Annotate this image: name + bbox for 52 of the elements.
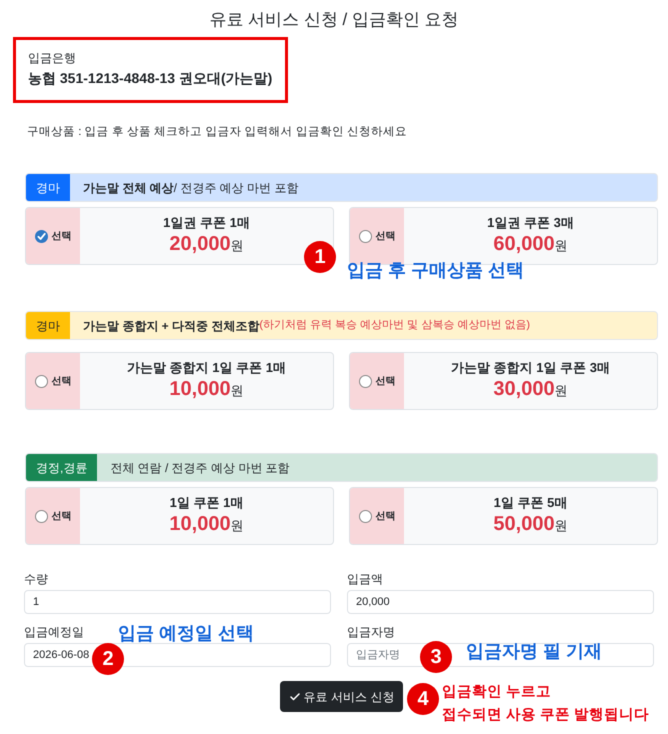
product-title: 가는말 종합지 1일 쿠폰 3매 — [451, 359, 610, 377]
bank-label: 입금은행 — [28, 50, 76, 67]
check-icon — [288, 690, 301, 702]
select-label: 선택 — [52, 374, 72, 388]
product-title: 가는말 종합지 1일 쿠폰 1매 — [127, 359, 286, 377]
product-title: 1일 쿠폰 1매 — [170, 494, 244, 512]
field-label: 입금액 — [347, 571, 383, 588]
field-label: 입금예정일 — [24, 624, 84, 641]
product-title: 1일 쿠폰 5매 — [494, 494, 568, 512]
annotation-text: 입금자명 필 기재 — [466, 640, 602, 663]
product-title: 1일권 쿠폰 3매 — [487, 214, 574, 232]
product-price: 10,000원 — [169, 377, 244, 402]
product-card[interactable]: 선택 1일 쿠폰 1매 10,000원 — [25, 487, 334, 545]
product-price: 60,000원 — [493, 232, 568, 257]
select-label: 선택 — [52, 510, 72, 524]
annotation-text: 입금확인 누르고 접수되면 사용 쿠폰 발행됩니다 — [442, 683, 650, 725]
section-heading: 가는말 전체 예상/ 전경주 예상 마번 포함 — [82, 180, 298, 196]
bank-account: 농협 351-1213-4848-13 권오대(가는말) — [28, 69, 272, 88]
product-price: 30,000원 — [493, 377, 568, 402]
field-label: 수량 — [24, 571, 48, 588]
category-badge: 경마 — [26, 312, 70, 339]
radio-button[interactable] — [34, 510, 48, 522]
radio-button[interactable] — [34, 230, 48, 242]
text-input[interactable]: 1 — [24, 590, 331, 614]
category-badge: 경정,경륜 — [26, 454, 98, 481]
product-card[interactable]: 선택 1일 쿠폰 5매 50,000원 — [349, 487, 658, 545]
section-heading: 전체 연람 / 전경주 예상 마번 포함 — [109, 460, 290, 476]
category-badge: 경마 — [26, 174, 70, 201]
product-title: 1일권 쿠폰 1매 — [163, 214, 250, 232]
text-input[interactable]: 20,000 — [347, 590, 654, 614]
annotation-text: 입금 예정일 선택 — [118, 622, 254, 645]
section-heading: 가는말 종합지 + 다적중 전체조합(하기처럼 유력 복승 예상마번 및 삼복승 예상마번 없음) — [82, 318, 530, 334]
select-label: 선택 — [52, 230, 72, 244]
radio-button[interactable] — [358, 230, 372, 242]
select-label: 선택 — [376, 230, 396, 244]
step-number: 1 — [304, 241, 336, 273]
page-title: 유료 서비스 신청 / 입금확인 요청 — [209, 10, 459, 29]
product-price: 20,000원 — [169, 232, 244, 257]
step-number: 4 — [407, 683, 439, 715]
radio-button[interactable] — [34, 374, 48, 388]
select-label: 선택 — [376, 374, 396, 388]
step-number: 3 — [420, 641, 452, 673]
product-card[interactable]: 선택 가는말 종합지 1일 쿠폰 3매 30,000원 — [349, 352, 658, 410]
product-price: 50,000원 — [493, 512, 568, 537]
radio-button[interactable] — [358, 510, 372, 522]
submit-button[interactable]: 유료 서비스 신청 — [280, 681, 404, 712]
product-price: 10,000원 — [169, 512, 244, 537]
product-card[interactable]: 선택 가는말 종합지 1일 쿠폰 1매 10,000원 — [25, 352, 334, 410]
radio-button[interactable] — [358, 374, 372, 388]
instruction-text: 구매상품 : 입금 후 상품 체크하고 입금자 입력해서 입금확인 신청하세요 — [27, 126, 407, 138]
select-label: 선택 — [376, 510, 396, 524]
field-label: 입금자명 — [347, 624, 395, 641]
